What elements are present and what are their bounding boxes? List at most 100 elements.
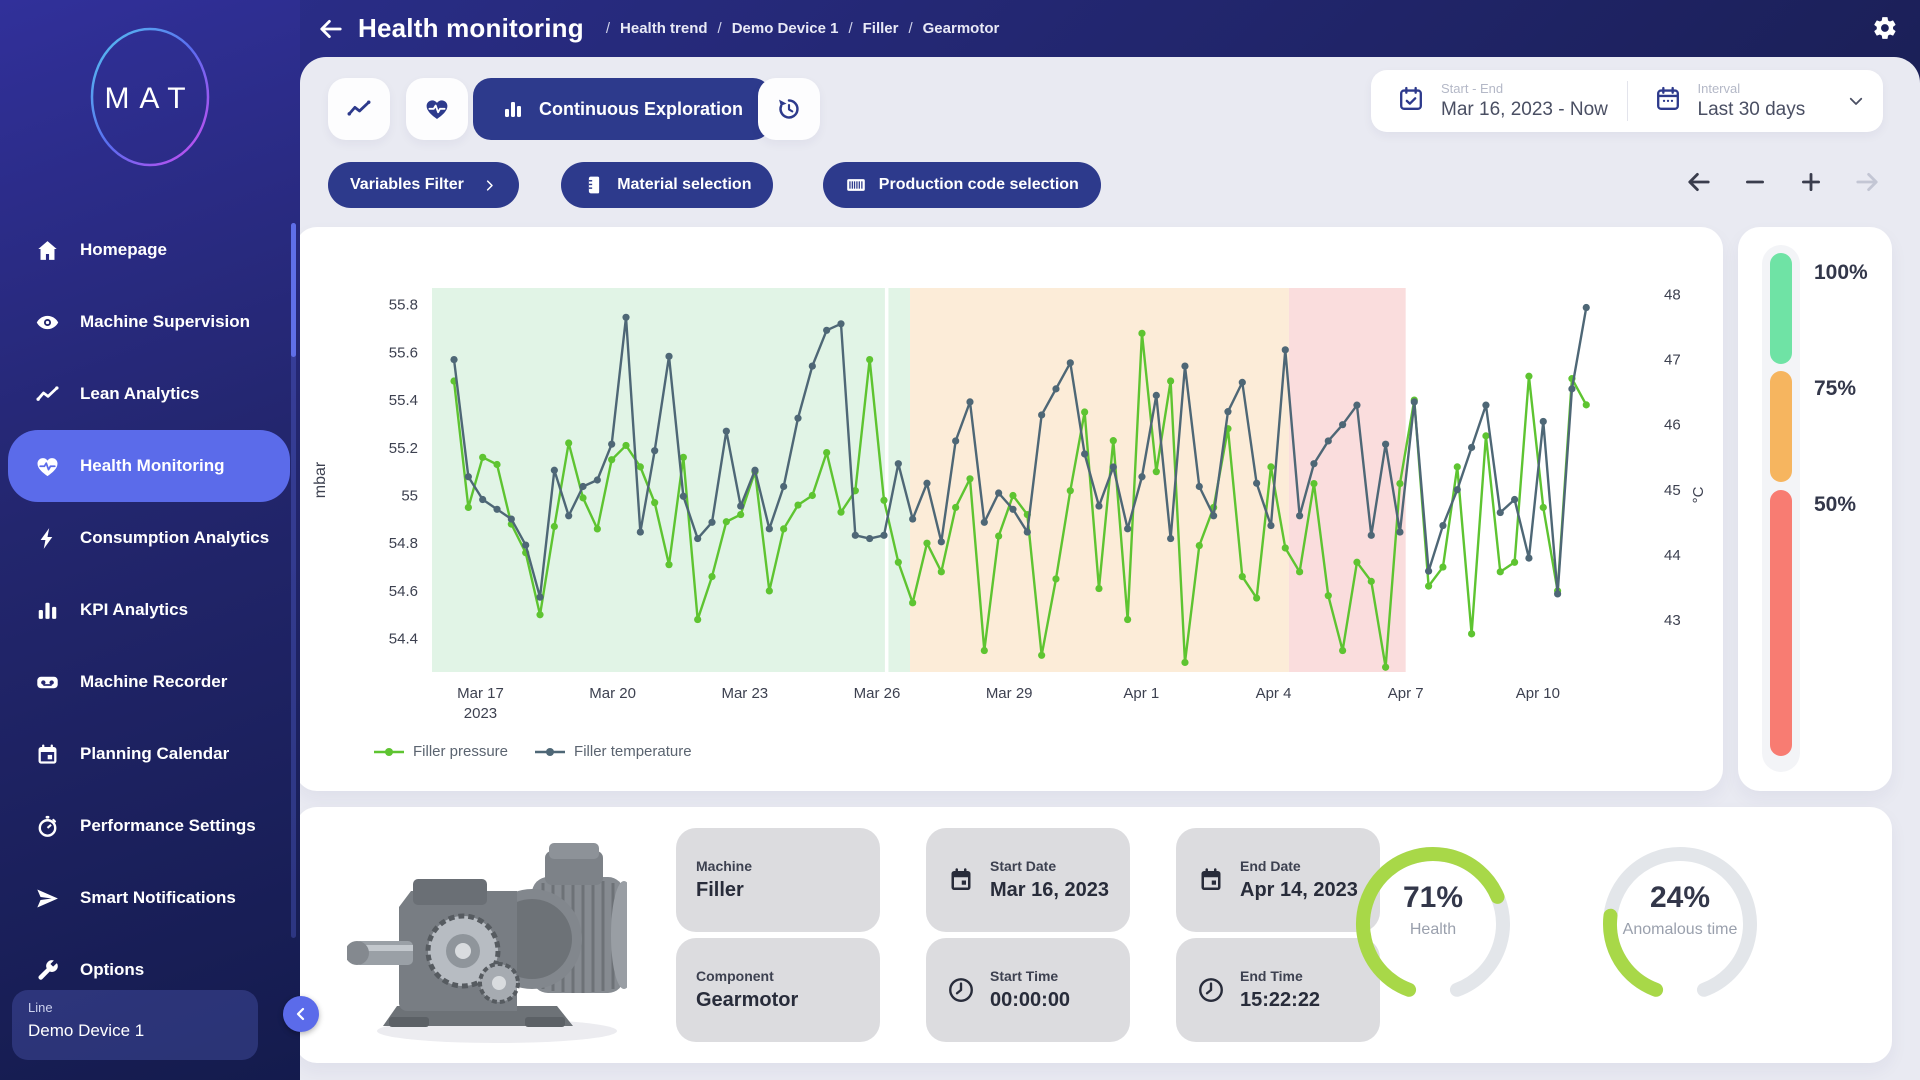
zoom-out-button[interactable] [1742,169,1768,195]
data-point [766,587,773,594]
back-button[interactable] [318,16,344,42]
data-point [1482,402,1489,409]
wrench-icon [34,957,60,983]
data-point [1210,512,1217,519]
zoom-in-button[interactable] [1798,169,1824,195]
data-point [479,454,486,461]
sidebar-item-consumption-analytics[interactable]: Consumption Analytics [0,502,300,574]
data-point [1296,568,1303,575]
filter-production-code-selection-button[interactable]: Production code selection [823,162,1101,208]
data-point [981,647,988,654]
sidebar-item-planning-calendar[interactable]: Planning Calendar [0,718,300,790]
start-end-field[interactable]: Start - End Mar 16, 2023 - Now [1371,81,1627,121]
x-tick: Apr 10 [1516,685,1560,702]
legend-swatch [534,747,566,757]
data-point [1110,463,1117,470]
data-point [1454,463,1461,470]
x-tick: Mar 20 [589,685,636,702]
sidebar-item-kpi-analytics[interactable]: KPI Analytics [0,574,300,646]
heart-pulse-icon [34,453,60,479]
calendar-solid-icon [946,865,976,895]
calendar-icon [1654,85,1682,118]
data-point [880,532,887,539]
settings-gear-button[interactable] [1872,15,1898,46]
gauge-label: Anomalous time [1590,921,1770,939]
cylinder-icon [583,174,605,196]
data-point [1009,492,1016,499]
data-point [780,483,787,490]
scale-label-50: 50% [1814,493,1856,517]
sidebar-item-health-monitoring[interactable]: Health Monitoring [8,430,290,502]
info-value: Gearmotor [696,989,798,1012]
calendar-plain-icon [1654,85,1682,113]
filter-material-selection-button[interactable]: Material selection [561,162,773,208]
mode-continuous-exploration-button[interactable]: Continuous Exploration [473,78,771,140]
data-point [1425,583,1432,590]
data-point [536,594,543,601]
data-point [1540,418,1547,425]
data-point [465,504,472,511]
sidebar-item-lean-analytics[interactable]: Lean Analytics [0,358,300,430]
y-right-tick: 43 [1664,612,1681,629]
top-header: Health monitoring /Health trend/Demo Dev… [300,0,1920,57]
sidebar-item-performance-settings[interactable]: Performance Settings [0,790,300,862]
data-point [1425,568,1432,575]
y-right-tick: 44 [1664,547,1681,564]
data-point [1024,528,1031,535]
sidebar-item-label: KPI Analytics [80,599,270,620]
sidebar-item-smart-notifications[interactable]: Smart Notifications [0,862,300,934]
filter-label: Material selection [617,176,751,194]
trend-icon [34,381,60,407]
sidebar-item-machine-supervision[interactable]: Machine Supervision [0,286,300,358]
data-point [1167,535,1174,542]
sidebar-collapse-button[interactable] [283,996,319,1032]
chart-back-button[interactable] [1686,169,1712,195]
data-point [1253,594,1260,601]
data-point [880,497,887,504]
y-right-tick: 48 [1664,287,1681,304]
data-point [1583,401,1590,408]
mode-trend-button[interactable] [328,78,390,140]
recorder-icon [34,669,60,695]
device-selector[interactable]: Line Demo Device 1 [12,990,258,1060]
health-trend-chart[interactable]: 55.855.655.455.25554.854.654.44847464544… [295,227,1723,791]
y-left-tick: 54.8 [389,535,418,552]
sidebar-item-label: Consumption Analytics [80,527,270,548]
chart-legend: Filler pressure Filler temperature [373,743,692,760]
breadcrumb-filler[interactable]: /Filler [848,20,898,37]
data-point [1353,402,1360,409]
trend-icon [35,382,60,407]
sidebar-scrollbar-thumb[interactable] [291,223,296,357]
sidebar-item-machine-recorder[interactable]: Machine Recorder [0,646,300,718]
y-left-tick: 54.6 [389,583,418,600]
data-point [1282,544,1289,551]
sidebar-item-homepage[interactable]: Homepage [0,214,300,286]
interval-field[interactable]: Interval Last 30 days [1628,81,1884,121]
breadcrumb-demo-device-1[interactable]: /Demo Device 1 [718,20,839,37]
mode-heart-pulse-button[interactable] [406,78,468,140]
data-point [809,492,816,499]
info-value: Mar 16, 2023 [990,879,1109,902]
arrow-left-icon [318,16,344,42]
filter-variables-filter-button[interactable]: Variables Filter [328,162,519,208]
legend-filler-temperature[interactable]: Filler temperature [534,743,692,760]
date-range-card: Start - End Mar 16, 2023 - Now Interval … [1371,70,1883,132]
scale-label-75: 75% [1814,377,1856,401]
data-point [1583,304,1590,311]
legend-filler-pressure[interactable]: Filler pressure [373,743,508,760]
data-point [1525,373,1532,380]
breadcrumb-health-trend[interactable]: /Health trend [606,20,708,37]
device-name: Demo Device 1 [28,1021,242,1041]
breadcrumb-gearmotor[interactable]: /Gearmotor [908,20,999,37]
data-point [823,449,830,456]
data-point [465,473,472,480]
calendar-check-icon [1397,85,1425,113]
data-point [694,616,701,623]
anomalous-time-gauge: 24% Anomalous time [1590,829,1770,1029]
wrench-icon [35,958,60,983]
data-point [1267,463,1274,470]
data-point [1439,522,1446,529]
data-point [1124,616,1131,623]
gauge-value: 24% [1590,881,1770,915]
mode-history-button[interactable] [758,78,820,140]
